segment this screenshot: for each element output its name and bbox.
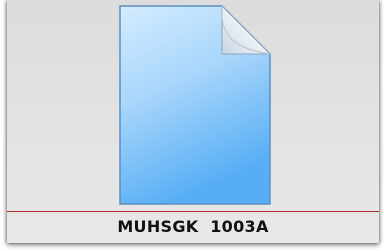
- blank-document-icon[interactable]: [116, 4, 274, 209]
- file-tile[interactable]: MUHSGK 1003A: [7, 0, 379, 243]
- tile-divider: [7, 211, 379, 212]
- screenshot-canvas: MUHSGK 1003A: [0, 0, 384, 251]
- file-name-label: MUHSGK 1003A: [117, 217, 269, 236]
